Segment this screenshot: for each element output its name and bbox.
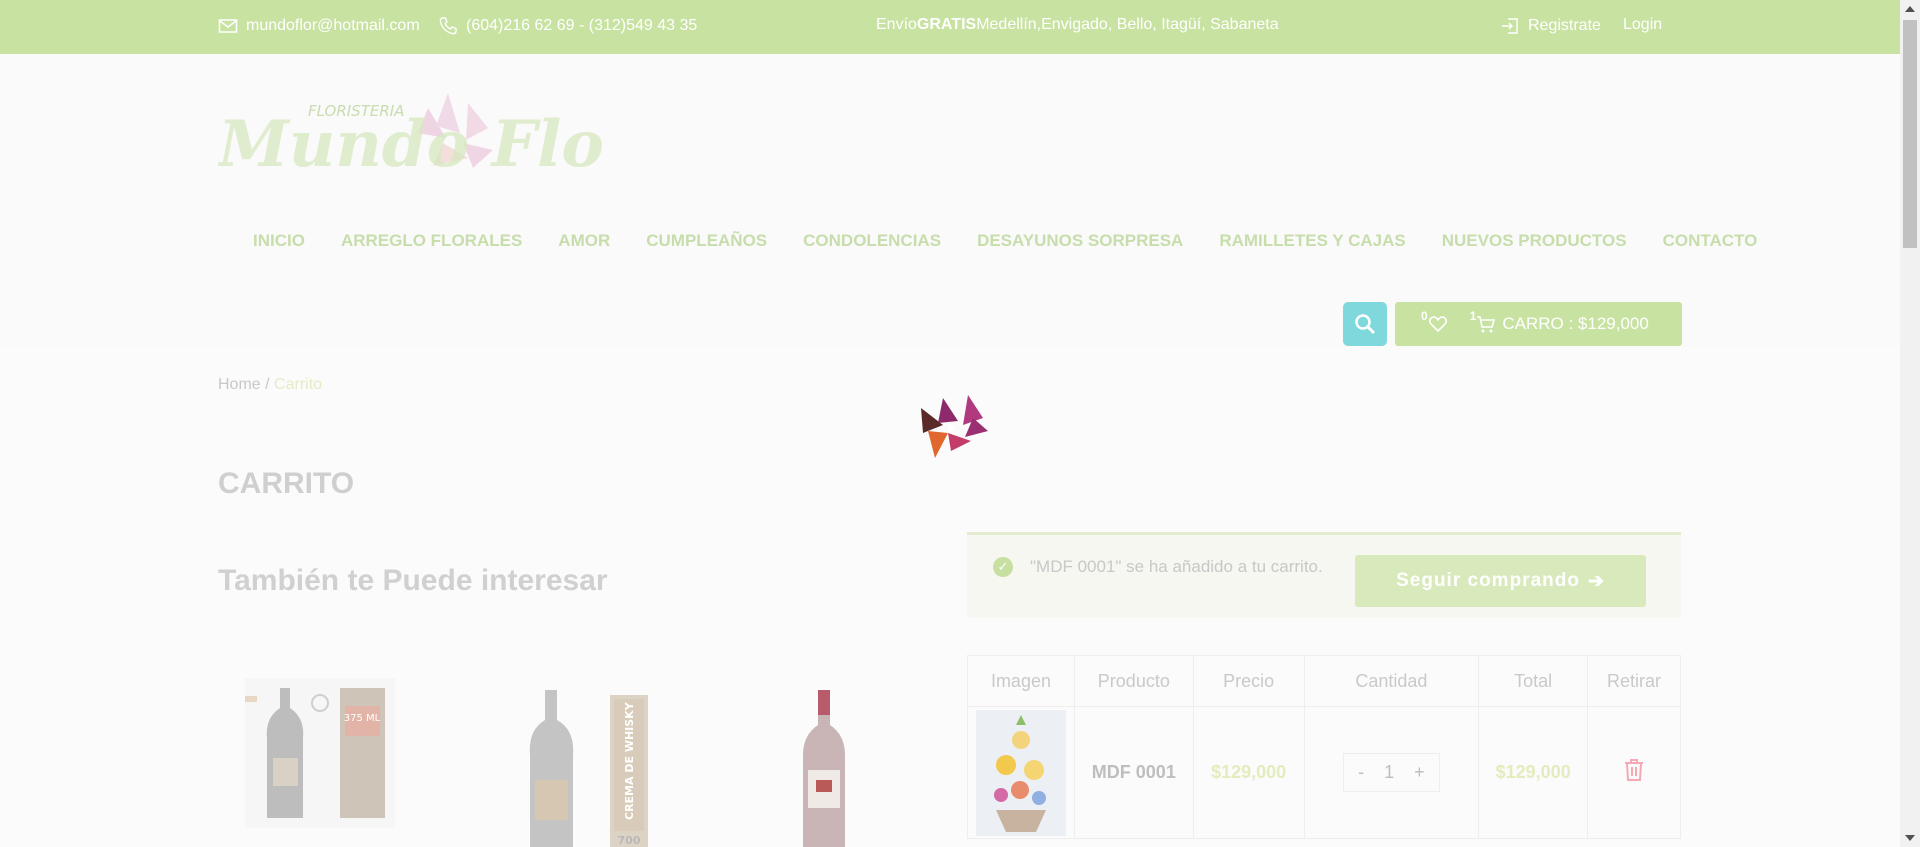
cell-image [967, 706, 1075, 839]
login-link[interactable]: Login [1623, 16, 1662, 34]
scroll-up-arrow-icon[interactable] [1905, 6, 1915, 12]
login-icon [1502, 18, 1518, 34]
continue-shopping-label: Seguir comprando [1396, 570, 1580, 591]
nav-item-inicio[interactable]: INICIO [253, 231, 305, 251]
arrow-right-icon: ➔ [1587, 570, 1605, 592]
svg-text:Mundo Flor: Mundo Flor [218, 107, 608, 182]
cart-count: 1 [1469, 309, 1477, 323]
nav-item-arreglo-florales[interactable]: ARREGLO FLORALES [341, 231, 522, 251]
nav-item-condolencias[interactable]: CONDOLENCIAS [803, 231, 941, 251]
page-scrollbar[interactable] [1900, 0, 1920, 847]
notice-message: "MDF 0001" se ha añadido a tu carrito. [1030, 557, 1323, 576]
product-2-badge: 700 [618, 834, 641, 847]
related-product-1[interactable]: 375 ML [245, 678, 395, 828]
mail-icon [218, 19, 238, 33]
page-title: CARRITO [218, 467, 355, 500]
cart-table-header-row: Imagen Producto Precio Cantidad Total Re… [967, 655, 1681, 707]
qty-plus-button[interactable]: + [1414, 762, 1425, 783]
col-total: Total [1478, 655, 1589, 707]
scroll-down-arrow-icon[interactable] [1905, 835, 1915, 841]
wishlist-count: 0 [1421, 309, 1428, 323]
product-image-wine-bottle [803, 690, 845, 847]
breadcrumb: Home / Carrito [218, 376, 322, 394]
related-products-title: También te Puede interesar [218, 564, 608, 597]
shipping-free: GRATIS [916, 16, 977, 33]
cell-total: $129,000 [1478, 706, 1589, 839]
flower-loader-icon [921, 395, 988, 458]
trash-icon[interactable] [1623, 758, 1645, 782]
main-nav: INICIO ARREGLO FLORALES AMOR CUMPLEAÑOS … [253, 231, 1757, 251]
nav-item-contacto[interactable]: CONTACTO [1663, 231, 1758, 251]
product-image-whisky-cream: CREMA DE WHISKY 700 [529, 690, 648, 847]
quantity-stepper: - 1 + [1343, 753, 1440, 792]
nav-item-ramilletes-y-cajas[interactable]: RAMILLETES Y CAJAS [1219, 231, 1405, 251]
breadcrumb-home[interactable]: Home [218, 376, 261, 393]
product-2-label: CREMA DE WHISKY [623, 701, 636, 820]
mundo-flor-logo: Mundo Flor FLORISTERIA [216, 93, 642, 182]
related-product-3[interactable] [790, 685, 860, 847]
nav-item-amor[interactable]: AMOR [558, 231, 610, 251]
free-shipping-notice: Envío GRATIS Medellín,Envigado, Bello, I… [876, 16, 1279, 34]
cart-total-label: CARRO : $129,000 [1502, 314, 1649, 333]
shipping-prefix: Envío [876, 16, 917, 33]
related-product-2[interactable]: CREMA DE WHISKY 700 [510, 685, 660, 847]
cart-table: Imagen Producto Precio Cantidad Total Re… [967, 655, 1681, 839]
col-retirar: Retirar [1587, 655, 1681, 707]
phone-icon [439, 17, 457, 35]
cart-notice: ✓ "MDF 0001" se ha añadido a tu carrito.… [967, 532, 1681, 618]
cart-button[interactable]: 0 1 CARRO : $129,000 [1395, 302, 1682, 346]
scrollbar-thumb[interactable] [1903, 20, 1917, 248]
search-icon [1355, 314, 1376, 335]
col-imagen: Imagen [967, 655, 1075, 707]
qty-minus-button[interactable]: - [1358, 762, 1364, 783]
search-button[interactable] [1343, 302, 1387, 346]
top-bar: mundoflor@hotmail.com (604)216 62 69 - (… [0, 0, 1900, 54]
nav-item-desayunos-sorpresa[interactable]: DESAYUNOS SORPRESA [977, 231, 1183, 251]
col-producto: Producto [1073, 655, 1194, 707]
col-precio: Precio [1192, 655, 1305, 707]
breadcrumb-separator: / [260, 376, 275, 393]
register-text: Registrate [1528, 17, 1601, 34]
breadcrumb-current: Carrito [274, 376, 323, 393]
phone-text: (604)216 62 69 - (312)549 43 35 [466, 17, 698, 34]
product-image-liqueur-375ml: 375 ML [245, 678, 395, 828]
logo-small-text: FLORISTERIA [308, 102, 404, 120]
cart-icon [1477, 316, 1496, 333]
flower-arrangement-image [975, 709, 1066, 836]
cell-price: $129,000 [1192, 706, 1305, 839]
table-row: MDF 0001 $129,000 - 1 + $129,000 [967, 706, 1681, 839]
product-1-label: 375 ML [344, 713, 381, 724]
heart-icon[interactable] [1428, 314, 1448, 334]
login-text: Login [1623, 16, 1663, 33]
continue-shopping-button[interactable]: Seguir comprando ➔ [1355, 555, 1646, 607]
qty-value[interactable]: 1 [1384, 762, 1394, 783]
email-contact[interactable]: mundoflor@hotmail.com [218, 16, 420, 36]
register-link[interactable]: Registrate [1500, 16, 1601, 36]
product-thumbnail[interactable] [975, 709, 1066, 836]
cell-quantity: - 1 + [1303, 706, 1480, 839]
phone-contact[interactable]: (604)216 62 69 - (312)549 43 35 [438, 16, 697, 36]
nav-item-nuevos-productos[interactable]: NUEVOS PRODUCTOS [1442, 231, 1627, 251]
col-cantidad: Cantidad [1303, 655, 1480, 707]
nav-item-cumpleanos[interactable]: CUMPLEAÑOS [646, 231, 767, 251]
site-logo[interactable]: Mundo Flor FLORISTERIA [216, 88, 642, 194]
email-text: mundoflor@hotmail.com [246, 17, 420, 34]
cell-remove [1587, 706, 1681, 839]
loading-spinner [913, 393, 993, 463]
cell-product-name[interactable]: MDF 0001 [1073, 706, 1194, 839]
shipping-cities: Medellín,Envigado, Bello, Itagüí, Sabane… [976, 16, 1279, 33]
check-circle-icon: ✓ [993, 557, 1013, 577]
